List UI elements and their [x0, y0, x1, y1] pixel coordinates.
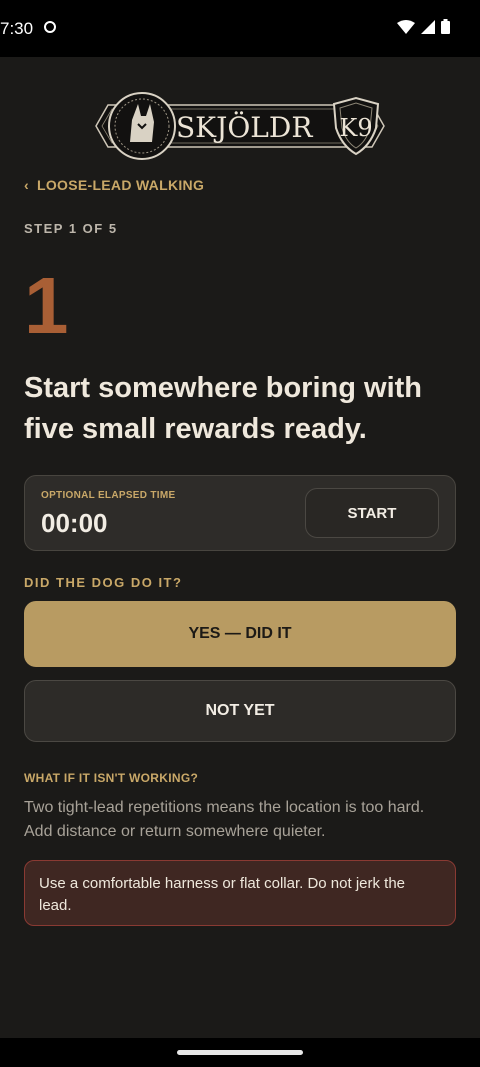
chevron-left-icon: ‹ — [24, 177, 29, 193]
completion-question: DID THE DOG DO IT? — [24, 575, 183, 590]
back-link[interactable]: ‹ LOOSE-LEAD WALKING — [24, 177, 204, 193]
step-indicator: STEP 1 OF 5 — [24, 221, 118, 236]
troubleshooting-text: Two tight-lead repetitions means the loc… — [24, 799, 425, 840]
timer-value: 00:00 — [41, 508, 108, 538]
brand-badge-text: K9 — [339, 114, 372, 142]
timer-label: OPTIONAL ELAPSED TIME — [41, 490, 176, 501]
notification-icon — [44, 21, 56, 33]
yes-did-it-button[interactable]: YES — DID IT — [24, 601, 456, 667]
wifi-icon — [397, 19, 415, 34]
brand-logo: SKJÖLDR K9 — [94, 92, 386, 160]
step-number: 1 — [24, 261, 69, 350]
safety-warning: Use a comfortable harness or flat collar… — [24, 860, 456, 926]
start-timer-button[interactable]: START — [305, 488, 439, 538]
battery-icon — [441, 19, 450, 34]
home-gesture-handle[interactable] — [177, 1050, 303, 1055]
brand-wordmark: SKJÖLDR — [176, 110, 313, 144]
status-time: 7:30 — [0, 19, 34, 38]
not-yet-button[interactable]: NOT YET — [24, 680, 456, 742]
back-link-label: LOOSE-LEAD WALKING — [36, 177, 205, 193]
elapsed-timer-card: OPTIONAL ELAPSED TIME 00:00 START — [24, 475, 456, 551]
step-instruction: Start somewhere boring with five small r… — [24, 372, 422, 445]
navigation-bar — [0, 1038, 480, 1067]
troubleshooting-heading: WHAT IF IT ISN'T WORKING? — [24, 771, 199, 785]
status-bar: 7:30 — [0, 0, 480, 57]
signal-icon — [421, 19, 435, 34]
